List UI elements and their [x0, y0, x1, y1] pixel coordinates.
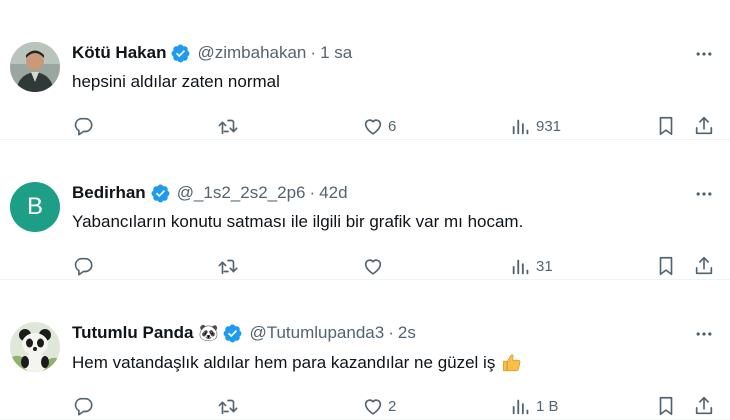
post-text: Hem vatandaşlık aldılar hem para kazandı…: [72, 352, 523, 374]
verified-badge-icon[interactable]: [150, 183, 171, 204]
author-handle[interactable]: @zimbahakan: [197, 43, 306, 63]
share-icon: [695, 396, 713, 415]
more-options-button[interactable]: [692, 182, 716, 206]
post-text: hepsini aldılar zaten normal: [72, 72, 280, 92]
repost-button[interactable]: [217, 392, 239, 420]
like-button[interactable]: 6: [362, 112, 396, 140]
action-bar: 6 931: [0, 112, 730, 140]
post[interactable]: B Bedirhan @_1s2_2s2_2p6 · 42d Yabancıla…: [0, 140, 730, 280]
reply-button[interactable]: [72, 252, 94, 280]
post-text-content: hepsini aldılar zaten normal: [72, 72, 280, 91]
post-time[interactable]: 42d: [319, 183, 347, 203]
share-button[interactable]: [693, 392, 715, 420]
post-text-content: Yabancıların konutu satması ile ilgili b…: [72, 212, 524, 231]
like-button[interactable]: [362, 252, 388, 280]
author-name[interactable]: Bedirhan: [72, 183, 146, 203]
views-button[interactable]: 31: [510, 252, 553, 280]
separator-dot: ·: [309, 183, 316, 202]
panda-avatar-icon: [10, 322, 60, 372]
bookmark-button[interactable]: [655, 252, 677, 280]
repost-icon: [218, 119, 238, 135]
post-time[interactable]: 1 sa: [320, 43, 352, 63]
bookmark-icon: [659, 256, 673, 276]
views-chart-icon: [512, 259, 529, 275]
like-count: 6: [388, 117, 397, 135]
views-chart-icon: [512, 119, 529, 135]
repost-icon: [218, 399, 238, 415]
reply-icon: [74, 117, 93, 136]
author-name[interactable]: Tutumlu Panda: [72, 323, 194, 343]
view-count: 931: [536, 117, 562, 135]
repost-button[interactable]: [217, 112, 239, 140]
verified-badge-icon[interactable]: [222, 323, 243, 344]
avatar[interactable]: [10, 322, 60, 372]
reply-icon: [74, 257, 93, 276]
avatar[interactable]: B: [10, 182, 60, 232]
more-options-button[interactable]: [692, 42, 716, 66]
post[interactable]: Kötü Hakan @zimbahakan · 1 sa hepsini al…: [0, 0, 730, 140]
more-horizontal-icon: [696, 192, 712, 196]
more-options-button[interactable]: [692, 322, 716, 346]
action-bar: 31: [0, 252, 730, 280]
views-button[interactable]: 1 B: [510, 392, 559, 420]
reply-button[interactable]: [72, 112, 94, 140]
views-chart-icon: [512, 399, 529, 415]
bookmark-button[interactable]: [655, 392, 677, 420]
post-time[interactable]: 2s: [398, 323, 416, 343]
panda-emoji: 🐼: [198, 325, 219, 342]
action-bar: 2 1 B: [0, 392, 730, 420]
post[interactable]: Tutumlu Panda 🐼 @Tutumlupanda3 · 2s Hem …: [0, 280, 730, 420]
post-text: Yabancıların konutu satması ile ilgili b…: [72, 212, 523, 232]
reply-icon: [74, 397, 93, 416]
bookmark-icon: [659, 396, 673, 416]
avatar-letter: B: [26, 193, 43, 220]
post-text-content: Hem vatandaşlık aldılar hem para kazandı…: [72, 353, 496, 372]
share-icon: [695, 256, 713, 275]
share-button[interactable]: [693, 252, 715, 280]
person-photo-avatar-icon: [10, 42, 60, 92]
separator-dot: ·: [310, 43, 317, 62]
more-horizontal-icon: [696, 52, 712, 56]
author-handle[interactable]: @Tutumlupanda3: [249, 323, 384, 343]
avatar[interactable]: [10, 42, 60, 92]
bookmark-button[interactable]: [655, 112, 677, 140]
thumbs-up-icon: [503, 354, 521, 372]
repost-icon: [218, 259, 238, 275]
heart-icon: [364, 259, 382, 275]
author-name[interactable]: Kötü Hakan: [72, 43, 166, 63]
more-horizontal-icon: [696, 332, 712, 336]
views-button[interactable]: 931: [510, 112, 561, 140]
like-count: 2: [388, 397, 397, 415]
verified-badge-icon[interactable]: [170, 43, 191, 64]
reply-button[interactable]: [72, 392, 94, 420]
heart-icon: [364, 119, 382, 135]
repost-button[interactable]: [217, 252, 239, 280]
share-button[interactable]: [693, 112, 715, 140]
heart-icon: [364, 399, 382, 415]
share-icon: [695, 116, 713, 135]
view-count: 1 B: [536, 397, 559, 415]
author-handle[interactable]: @_1s2_2s2_2p6: [177, 183, 306, 203]
bookmark-icon: [659, 116, 673, 136]
separator-dot: ·: [388, 323, 394, 342]
view-count: 31: [536, 257, 553, 275]
like-button[interactable]: 2: [362, 392, 396, 420]
